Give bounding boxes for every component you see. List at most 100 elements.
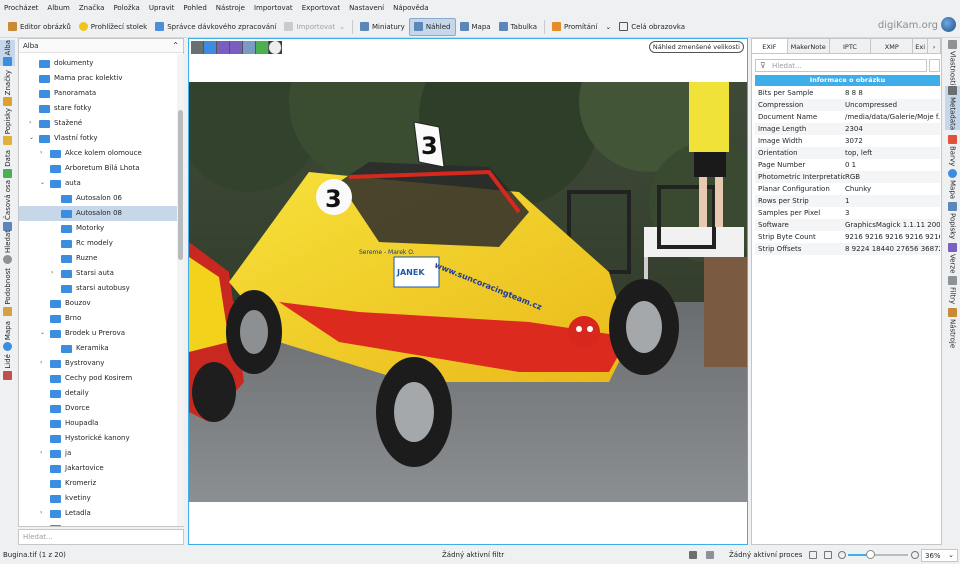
album-tree-item[interactable]: › Bystrovany — [19, 356, 177, 371]
album-tree-item[interactable]: Ruzne — [19, 251, 177, 266]
menu-nastroje[interactable]: Nástroje — [216, 4, 245, 12]
chevron-right-icon[interactable]: › — [51, 269, 53, 276]
play-icon[interactable] — [269, 41, 282, 54]
light-table-button[interactable]: Prohlížecí stolek — [75, 18, 151, 36]
chevron-down-icon[interactable]: ⌄ — [40, 179, 45, 186]
thumbnails-button[interactable]: Miniatury — [356, 18, 409, 36]
chevron-right-icon[interactable]: › — [29, 119, 31, 126]
metadata-search-input[interactable]: ⊽ Hledat... — [755, 59, 927, 72]
exif-row[interactable]: Document Name/media/data/Galerie/Moje f.… — [755, 111, 940, 123]
chevron-right-icon[interactable]: › — [40, 359, 42, 366]
album-scrollbar[interactable] — [177, 54, 184, 526]
menu-znacka[interactable]: Značka — [79, 4, 105, 12]
album-scrollbar-thumb[interactable] — [178, 110, 183, 260]
zoom-level-select[interactable]: 36% ⌄ — [921, 549, 958, 562]
zoom-slider[interactable] — [848, 550, 908, 559]
album-tree-item[interactable]: stare fotky — [19, 101, 177, 116]
clear-filter-icon[interactable] — [689, 551, 697, 559]
import-button[interactable]: Importovat ⌄ — [280, 18, 349, 36]
chevron-right-icon[interactable]: › — [927, 39, 941, 53]
menu-nastaveni[interactable]: Nastavení — [349, 4, 384, 12]
tab-iptc[interactable]: IPTC — [830, 39, 872, 53]
slideshow-button[interactable]: Promítání ⌄ — [548, 18, 615, 36]
exif-row[interactable]: Samples per Pixel 3 — [755, 207, 940, 219]
rotate-right-icon[interactable] — [230, 41, 243, 54]
exif-row[interactable]: Orientation top, left — [755, 147, 940, 159]
album-tree-item[interactable]: detaily — [19, 386, 177, 401]
zoom-100-icon[interactable] — [824, 551, 832, 559]
filter-icon[interactable] — [706, 551, 714, 559]
exif-row[interactable]: Planar Configuration Chunky — [755, 183, 940, 195]
zoom-fit-icon[interactable] — [809, 551, 817, 559]
album-tree-item[interactable]: kvetiny — [19, 491, 177, 506]
tab-makernote[interactable]: MakerNote — [788, 39, 830, 53]
chevron-right-icon[interactable]: › — [40, 449, 42, 456]
tab-colors[interactable]: Barvy — [945, 135, 960, 166]
album-tree-item[interactable]: Keramika — [19, 341, 177, 356]
tab-map[interactable]: Mapa — [0, 321, 15, 352]
album-tree-item[interactable]: Motorky — [19, 221, 177, 236]
album-tree-item[interactable]: Autosalon 08 — [19, 206, 177, 221]
zoom-slider-handle[interactable] — [865, 550, 875, 559]
tab-tools[interactable]: Nástroje — [945, 308, 960, 348]
exif-row[interactable]: Strip Byte Count 9216 9216 9216 9216 9216… — [755, 231, 940, 243]
album-tree-item[interactable] — [19, 521, 177, 526]
album-tree-item[interactable]: Mama prac kolektiv — [19, 71, 177, 86]
tab-tags[interactable]: Značky — [0, 70, 15, 107]
tab-captions[interactable]: Popisky — [945, 202, 960, 239]
album-tree-item[interactable]: › Starsi auta — [19, 266, 177, 281]
image-preview-area[interactable]: Náhled zmenšené velikosti 3 3 JANEK Sere… — [188, 38, 748, 545]
album-tree-item[interactable]: Houpadla — [19, 416, 177, 431]
exif-row[interactable]: Page Number 0 1 — [755, 159, 940, 171]
menu-album[interactable]: Album — [47, 4, 69, 12]
tab-albums[interactable]: Alba — [0, 40, 15, 67]
album-tree-item[interactable]: › Stažené — [19, 116, 177, 131]
album-tree-item[interactable]: Panoramata — [19, 86, 177, 101]
tab-properties[interactable]: Vlastnosti — [945, 40, 960, 85]
album-search-input[interactable]: Hledat... — [18, 529, 184, 545]
tab-xmp[interactable]: XMP — [871, 39, 914, 53]
tab-filters[interactable]: Filtry — [945, 276, 960, 304]
batch-queue-button[interactable]: Správce dávkového zpracování — [151, 18, 280, 36]
image-editor-button[interactable]: Editor obrázků — [4, 18, 75, 36]
chevron-right-icon[interactable]: › — [40, 149, 42, 156]
tab-map-right[interactable]: Mapa — [945, 169, 960, 199]
settings-icon[interactable] — [929, 59, 940, 72]
menu-pohled[interactable]: Pohled — [183, 4, 206, 12]
menu-importovat[interactable]: Importovat — [254, 4, 293, 12]
add-icon[interactable] — [256, 41, 269, 54]
album-tree-item[interactable]: Cechy pod Kosirem — [19, 371, 177, 386]
album-tree-item[interactable]: starsi autobusy — [19, 281, 177, 296]
zoom-out-icon[interactable] — [838, 551, 846, 559]
tab-exif[interactable]: EXIF — [752, 39, 788, 53]
exif-row[interactable]: Image Width 3072 — [755, 135, 940, 147]
exif-row[interactable]: Strip Offsets 8 9224 18440 27656 36872 ..… — [755, 243, 940, 255]
print-icon[interactable] — [243, 41, 256, 54]
exif-row[interactable]: Bits per Sample 8 8 8 — [755, 87, 940, 99]
album-tree-item[interactable]: Brno — [19, 311, 177, 326]
zoom-in-icon[interactable] — [911, 551, 919, 559]
album-tree-item[interactable]: › ja — [19, 446, 177, 461]
menu-napoveda[interactable]: Nápověda — [393, 4, 428, 12]
album-tree-item[interactable]: Jakartovice — [19, 461, 177, 476]
map-button[interactable]: Mapa — [456, 18, 495, 36]
tab-similarity[interactable]: Podobnost — [0, 268, 15, 316]
album-tree-item[interactable]: Rc modely — [19, 236, 177, 251]
album-tree-item[interactable]: › Letadla — [19, 506, 177, 521]
tab-timeline[interactable]: Časová osa — [0, 180, 15, 231]
exif-row[interactable]: Software GraphicsMagick 1.1.11 200... — [755, 219, 940, 231]
album-tree-item[interactable]: Dvorce — [19, 401, 177, 416]
menu-exportovat[interactable]: Exportovat — [302, 4, 340, 12]
tab-versions[interactable]: Verze — [945, 243, 960, 273]
fullscreen-button[interactable]: Celá obrazovka — [615, 18, 689, 36]
table-button[interactable]: Tabulka — [495, 18, 541, 36]
chevron-down-icon[interactable]: ⌄ — [29, 134, 34, 141]
rotate-left-icon[interactable] — [217, 41, 230, 54]
album-tree-item[interactable]: Hystorické kanony — [19, 431, 177, 446]
exif-row[interactable]: Photometric Interpretation RGB — [755, 171, 940, 183]
album-tree-item[interactable]: › Akce kolem olomouce — [19, 146, 177, 161]
chevron-right-icon[interactable]: › — [40, 509, 42, 516]
chevron-down-icon[interactable]: ⌄ — [40, 329, 45, 336]
collapse-icon[interactable]: ⌃ — [172, 41, 179, 50]
tab-dates[interactable]: Data — [0, 150, 15, 178]
